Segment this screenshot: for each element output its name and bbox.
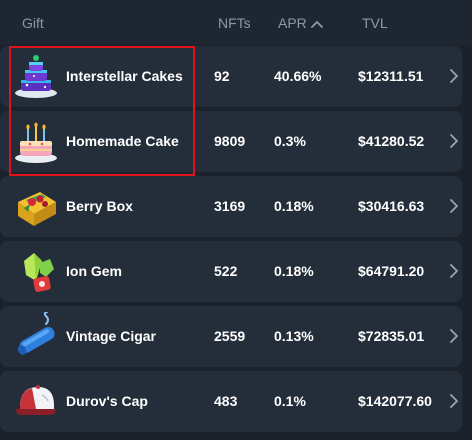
ion-gem-icon xyxy=(24,253,54,292)
table-row-durovs-cap[interactable]: Durov's Cap 483 0.1% $142077.60 xyxy=(0,371,462,432)
tvl-value: $72835.01 xyxy=(358,328,425,344)
tvl-value: $142077.60 xyxy=(358,393,432,409)
column-header-gift[interactable]: Gift xyxy=(22,15,44,31)
apr-value: 0.3% xyxy=(274,133,306,149)
chevron-right-icon[interactable] xyxy=(449,263,459,279)
gift-name: Vintage Cigar xyxy=(66,328,156,344)
chevron-up-icon xyxy=(310,21,323,29)
column-header-apr[interactable]: APR xyxy=(278,15,323,31)
nfts-count: 3169 xyxy=(214,198,246,214)
durovs-cap-icon xyxy=(16,385,56,415)
vintage-cigar-icon xyxy=(17,312,55,355)
apr-value: 0.13% xyxy=(274,328,314,344)
chevron-right-icon[interactable] xyxy=(449,133,459,149)
chevron-right-icon[interactable] xyxy=(449,328,459,344)
nfts-count: 522 xyxy=(214,263,238,279)
gift-name: Ion Gem xyxy=(66,263,123,279)
interstellar-cake-icon xyxy=(15,55,57,98)
nfts-count: 92 xyxy=(214,68,230,84)
gift-name: Interstellar Cakes xyxy=(66,68,183,84)
homemade-cake-icon xyxy=(15,122,57,163)
column-header-apr-label: APR xyxy=(278,15,307,31)
gifts-table: Gift NFTs APR TVL Interstellar Cakes 92 … xyxy=(0,0,472,440)
chevron-right-icon[interactable] xyxy=(449,68,459,84)
chevron-right-icon[interactable] xyxy=(449,198,459,214)
column-header-nfts[interactable]: NFTs xyxy=(218,15,251,31)
apr-value: 0.18% xyxy=(274,263,314,279)
table-row-ion-gem[interactable]: Ion Gem 522 0.18% $64791.20 xyxy=(0,241,462,302)
table-header: Gift NFTs APR TVL xyxy=(0,0,472,45)
nfts-count: 9809 xyxy=(214,133,246,149)
tvl-value: $64791.20 xyxy=(358,263,425,279)
apr-value: 0.1% xyxy=(274,393,306,409)
table-row-vintage-cigar[interactable]: Vintage Cigar 2559 0.13% $72835.01 xyxy=(0,306,462,367)
gift-name: Berry Box xyxy=(66,198,133,214)
tvl-value: $12311.51 xyxy=(358,68,424,84)
apr-value: 40.66% xyxy=(274,68,322,84)
berry-box-icon xyxy=(18,192,56,226)
gift-name: Durov's Cap xyxy=(66,393,148,409)
apr-value: 0.18% xyxy=(274,198,314,214)
tvl-value: $30416.63 xyxy=(358,198,425,214)
table-row-interstellar-cakes[interactable]: Interstellar Cakes 92 40.66% $12311.51 xyxy=(0,46,462,107)
table-row-homemade-cake[interactable]: Homemade Cake 9809 0.3% $41280.52 xyxy=(0,111,462,172)
gift-name: Homemade Cake xyxy=(66,133,179,149)
tvl-value: $41280.52 xyxy=(358,133,425,149)
table-row-berry-box[interactable]: Berry Box 3169 0.18% $30416.63 xyxy=(0,176,462,237)
column-header-tvl[interactable]: TVL xyxy=(362,15,388,31)
chevron-right-icon[interactable] xyxy=(449,393,459,409)
nfts-count: 2559 xyxy=(214,328,246,344)
nfts-count: 483 xyxy=(214,393,238,409)
